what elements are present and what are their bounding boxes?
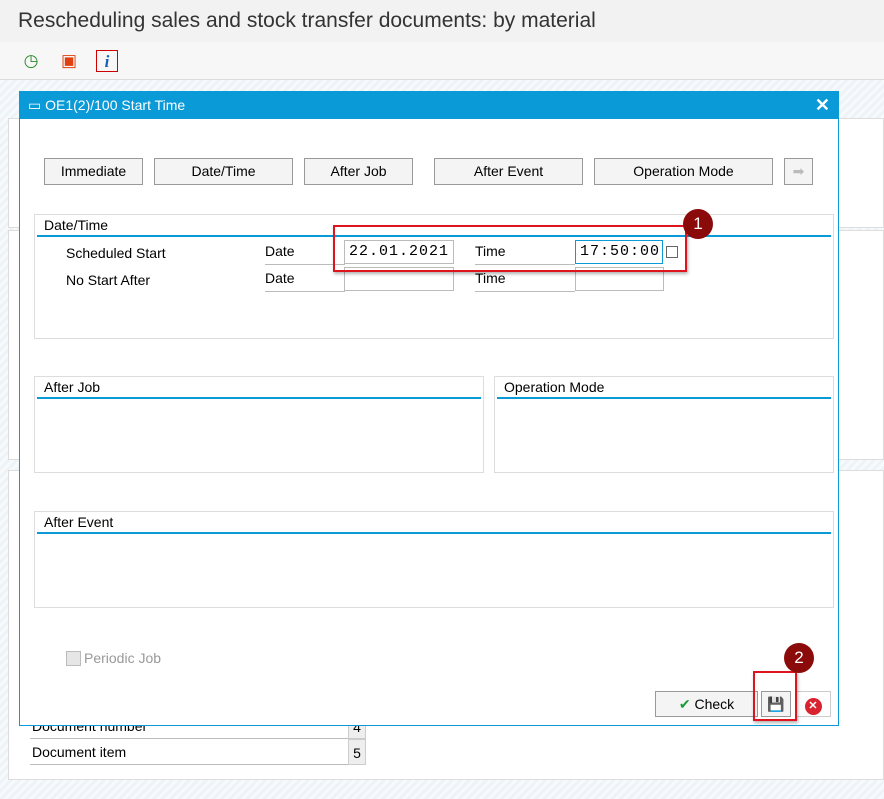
operation-mode-group: Operation Mode xyxy=(494,376,834,473)
annotation-badge-2: 2 xyxy=(784,643,814,673)
check-button[interactable]: ✔ Check xyxy=(655,691,758,717)
time-label: Time xyxy=(475,270,575,292)
start-time-dialog: ▭ OE1(2)/100 Start Time ✕ Immediate Date… xyxy=(19,91,839,726)
after-event-button[interactable]: After Event xyxy=(434,158,583,185)
document-item-row: Document item 5 xyxy=(30,739,366,765)
page-title: Rescheduling sales and stock transfer do… xyxy=(0,0,884,42)
immediate-button[interactable]: Immediate xyxy=(44,158,143,185)
cancel-icon: ✕ xyxy=(804,698,822,715)
after-event-group: After Event xyxy=(34,511,834,608)
no-start-after-label: No Start After xyxy=(66,272,151,288)
annotation-badge-1: 1 xyxy=(683,209,713,239)
dialog-icon: ▭ xyxy=(28,97,42,113)
highlight-box-1 xyxy=(333,225,687,272)
group-title: After Job xyxy=(44,379,101,395)
execute-clock-icon[interactable]: ◷ xyxy=(20,50,42,72)
row-value: 5 xyxy=(348,739,366,765)
check-icon: ✔ xyxy=(678,696,691,712)
row-label: Document item xyxy=(32,744,127,760)
next-arrow-button[interactable]: ➡ xyxy=(784,158,813,185)
dialog-header: ▭ OE1(2)/100 Start Time ✕ xyxy=(20,92,838,119)
close-icon[interactable]: ✕ xyxy=(815,95,830,116)
cancel-button[interactable]: ✕ xyxy=(795,691,831,717)
variants-icon[interactable]: ▣ xyxy=(58,50,80,72)
check-label: Check xyxy=(694,696,735,712)
operation-mode-button[interactable]: Operation Mode xyxy=(594,158,773,185)
date-label: Date xyxy=(265,270,345,292)
periodic-job-checkbox[interactable] xyxy=(66,651,81,666)
group-title: After Event xyxy=(44,514,114,530)
info-icon[interactable]: i xyxy=(96,50,118,72)
periodic-job-label: Periodic Job xyxy=(84,650,162,666)
dialog-title: OE1(2)/100 Start Time xyxy=(45,97,186,113)
highlight-box-2 xyxy=(753,671,797,721)
group-title: Operation Mode xyxy=(504,379,605,395)
date-time-button[interactable]: Date/Time xyxy=(154,158,293,185)
group-title: Date/Time xyxy=(44,217,109,233)
toolbar: ◷ ▣ i xyxy=(0,42,884,80)
after-job-button[interactable]: After Job xyxy=(304,158,413,185)
scheduled-start-label: Scheduled Start xyxy=(66,245,166,261)
after-job-group: After Job xyxy=(34,376,484,473)
